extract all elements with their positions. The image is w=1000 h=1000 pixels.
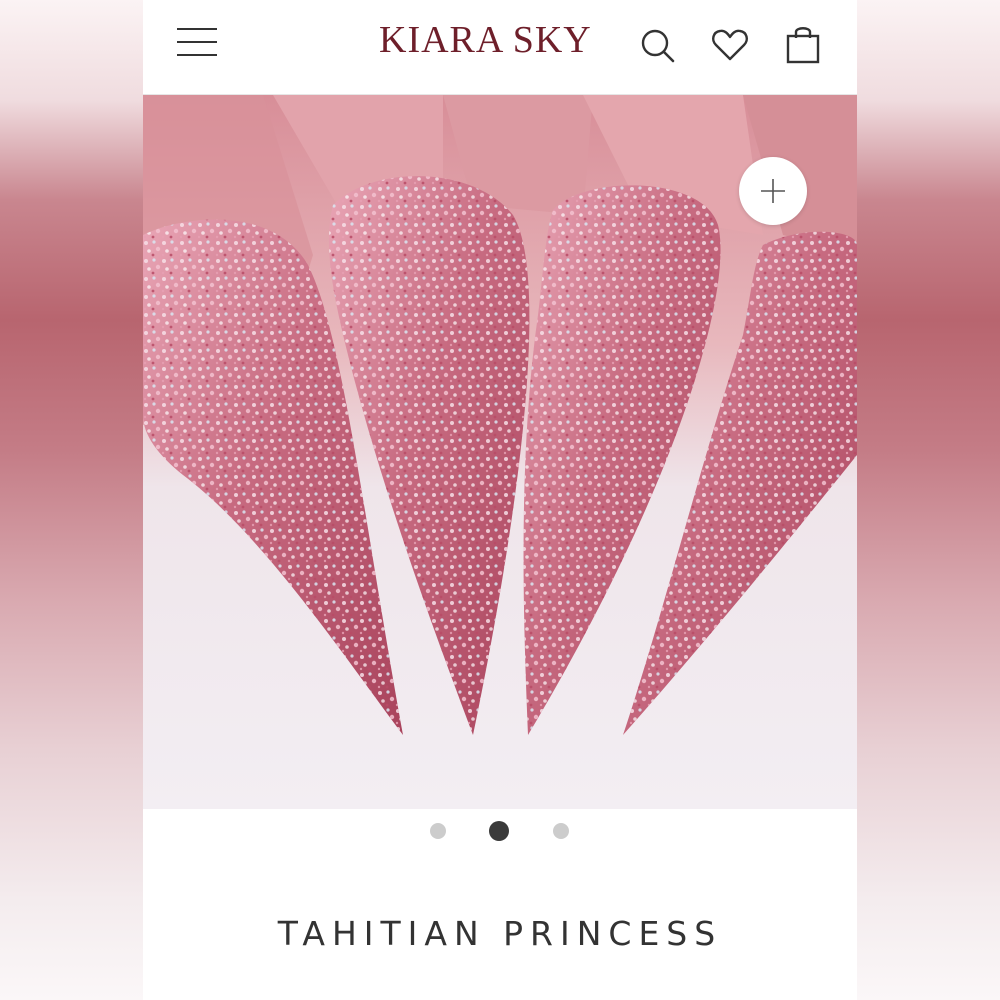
background-blur-left: [0, 0, 143, 1000]
pagination-dot-3[interactable]: [553, 823, 569, 839]
product-title: TAHITIAN PRINCESS: [277, 914, 723, 953]
product-image-gallery[interactable]: [143, 95, 857, 809]
plus-icon: [761, 179, 785, 203]
pagination-dot-1[interactable]: [430, 823, 446, 839]
brand-logo[interactable]: KIARA SKY: [379, 18, 592, 62]
background-blur-right: [857, 0, 1000, 1000]
mobile-product-page: KIARA SKY TAHITIAN PRINCESS: [143, 0, 857, 1000]
site-header: KIARA SKY: [143, 0, 857, 95]
heart-icon[interactable]: [710, 24, 750, 66]
zoom-button[interactable]: [739, 157, 807, 225]
shopping-bag-icon[interactable]: [783, 24, 823, 66]
search-icon[interactable]: [638, 24, 678, 66]
hamburger-menu-icon[interactable]: [177, 28, 219, 60]
pagination-dot-2-active[interactable]: [489, 821, 509, 841]
gallery-pagination: [143, 820, 857, 842]
